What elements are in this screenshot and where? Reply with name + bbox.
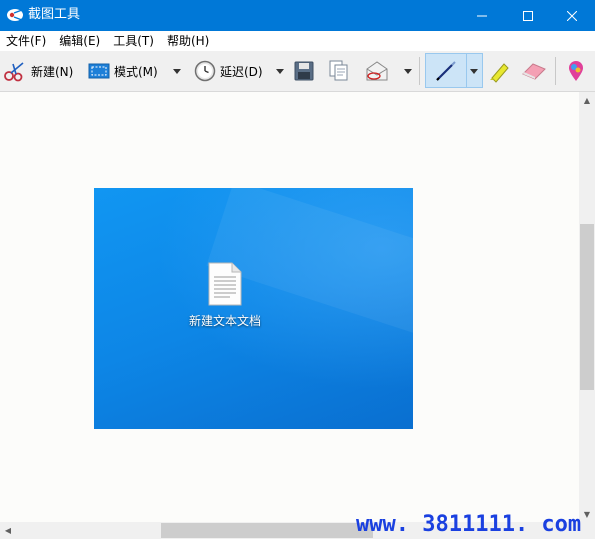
pen-tool-button[interactable]	[425, 53, 483, 88]
menu-edit[interactable]: 编辑(E)	[53, 31, 107, 51]
desktop-file-label: 新建文本文档	[188, 314, 261, 328]
mode-rectangle-icon	[88, 63, 110, 79]
scroll-up-arrow[interactable]: ▲	[579, 92, 595, 108]
copy-button[interactable]	[329, 51, 349, 91]
send-dropdown-button[interactable]	[402, 51, 414, 91]
eraser-icon	[522, 63, 546, 80]
vertical-scrollbar[interactable]: ▲ ▼	[579, 92, 595, 522]
menu-help[interactable]: 帮助(H)	[161, 31, 216, 51]
save-button[interactable]	[294, 51, 314, 91]
menu-tools[interactable]: 工具(T)	[107, 31, 161, 51]
delay-dropdown-button[interactable]	[274, 51, 286, 91]
scroll-down-arrow[interactable]: ▼	[579, 506, 595, 522]
close-icon	[567, 10, 577, 21]
mode-dropdown-button[interactable]	[171, 51, 183, 91]
minimize-icon	[477, 15, 487, 16]
delay-button[interactable]: 延迟(D)	[194, 51, 263, 91]
scissors-icon	[4, 62, 24, 82]
toolbar-separator	[555, 57, 556, 85]
chevron-down-icon	[404, 68, 412, 74]
new-snip-label: 新建(N)	[31, 64, 74, 79]
scrollbar-corner	[579, 522, 595, 539]
close-button[interactable]	[549, 0, 595, 31]
paint3d-button[interactable]	[567, 51, 585, 91]
menu-bar: 文件(F) 编辑(E) 工具(T) 帮助(H)	[0, 31, 595, 51]
pen-split-divider	[466, 54, 467, 87]
clock-icon	[194, 60, 216, 82]
captured-screenshot: 新建文本文档	[94, 188, 413, 429]
save-icon	[294, 61, 314, 81]
snipping-tool-icon	[7, 9, 23, 21]
chevron-down-icon	[173, 68, 181, 74]
mode-label: 模式(M)	[114, 64, 158, 79]
minimize-button[interactable]	[459, 0, 505, 31]
toolbar-separator	[419, 57, 420, 85]
menu-file[interactable]: 文件(F)	[0, 31, 53, 51]
scroll-left-arrow[interactable]: ◀	[0, 522, 16, 538]
vertical-scroll-thumb[interactable]	[580, 224, 594, 390]
paint3d-icon	[569, 61, 583, 81]
chevron-down-icon	[276, 68, 284, 74]
eraser-button[interactable]	[521, 51, 547, 91]
toolbar: 新建(N) 模式(M) 延迟(D)	[0, 51, 595, 92]
snip-canvas[interactable]: 新建文本文档	[0, 92, 579, 522]
new-snip-button[interactable]: 新建(N)	[3, 51, 73, 91]
maximize-button[interactable]	[505, 0, 551, 31]
maximize-icon	[523, 10, 533, 21]
send-snip-button[interactable]	[365, 51, 389, 91]
highlighter-button[interactable]	[487, 51, 511, 91]
copy-icon	[329, 60, 348, 81]
window-title: 截图工具	[28, 7, 81, 22]
text-document-icon	[208, 262, 242, 306]
mode-button[interactable]: 模式(M)	[88, 51, 158, 91]
envelope-icon	[366, 61, 388, 81]
title-bar: 截图工具	[0, 0, 595, 31]
site-watermark: www. 3811111. com	[356, 512, 582, 537]
chevron-down-icon	[470, 69, 478, 74]
pen-icon	[436, 61, 456, 81]
delay-label: 延迟(D)	[220, 64, 263, 79]
horizontal-scroll-thumb[interactable]	[161, 523, 373, 538]
highlighter-icon	[490, 63, 509, 83]
